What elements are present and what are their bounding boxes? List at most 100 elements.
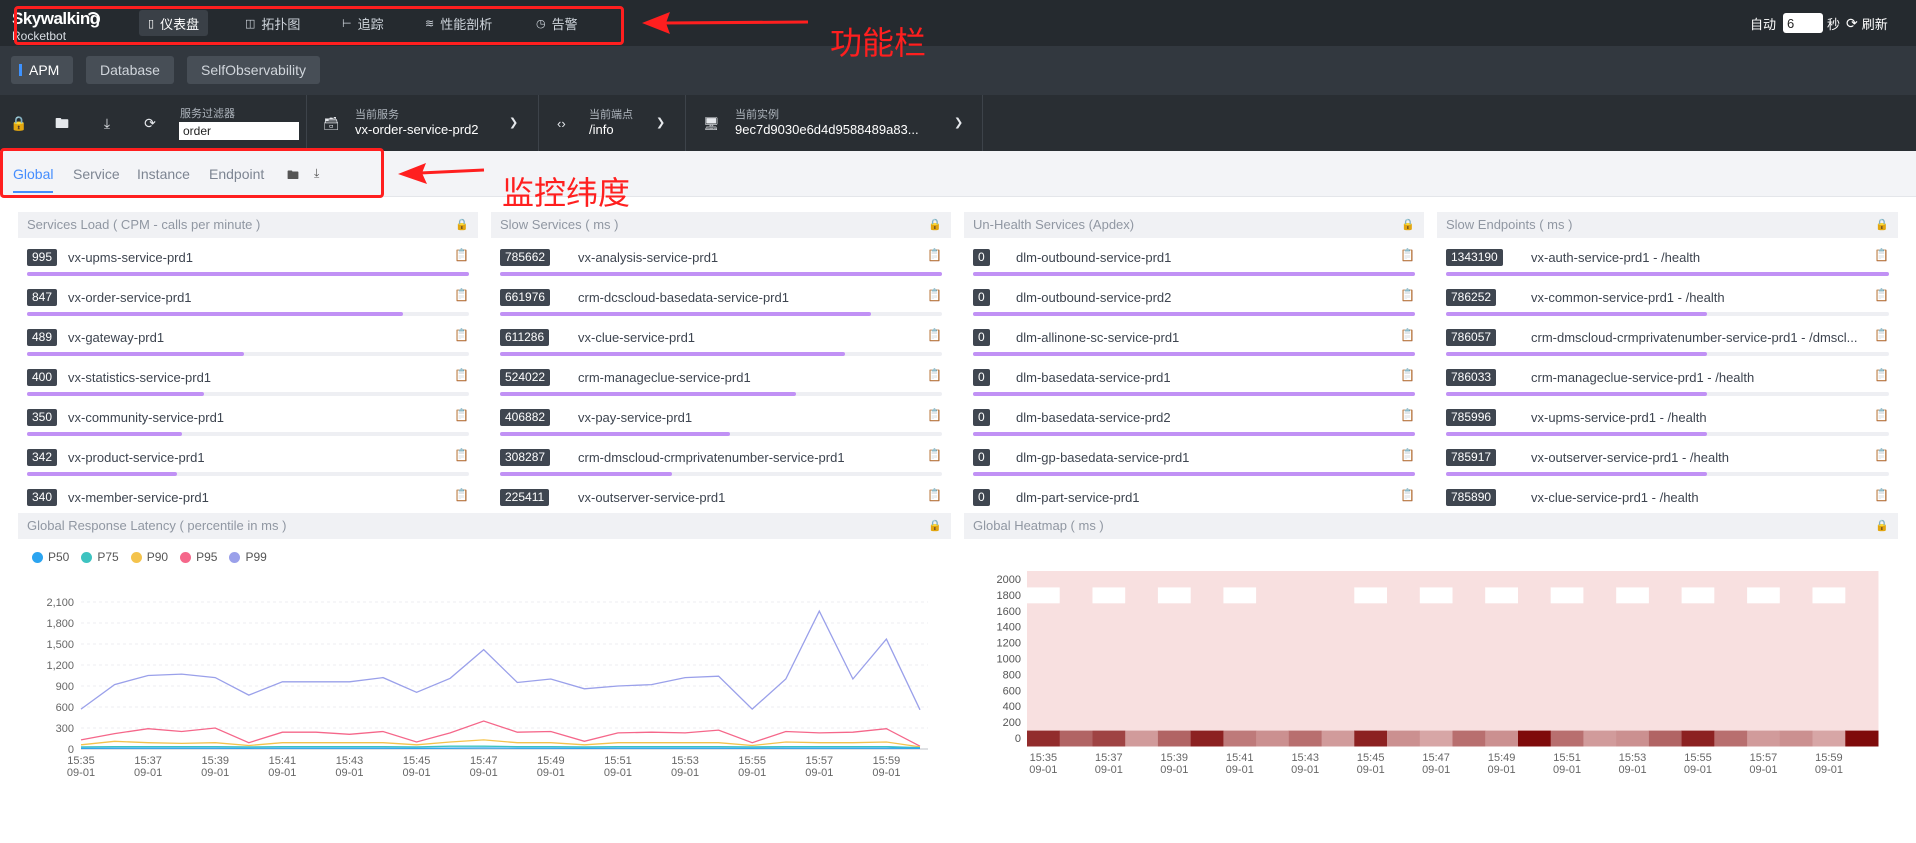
list-item[interactable]: 995 vx-upms-service-prd1 📋 — [27, 238, 469, 278]
current-instance-select[interactable]: 🖥 当前实例 9ec7d9030e6d4d9588489a83... ❯ — [685, 95, 983, 151]
clipboard-icon[interactable]: 📋 — [927, 368, 942, 382]
list-item[interactable]: 489 vx-gateway-prd1 📋 — [27, 318, 469, 358]
list-item[interactable]: 406882 vx-pay-service-prd1 📋 — [500, 398, 942, 438]
service-filter-input[interactable] — [179, 122, 299, 140]
folder-icon[interactable]: 🖿 — [53, 114, 71, 132]
tab-database[interactable]: Database — [86, 56, 174, 84]
clipboard-icon[interactable]: 📋 — [454, 288, 469, 302]
list-item[interactable]: 0 dlm-basedata-service-prd2 📋 — [973, 398, 1415, 438]
current-service-select[interactable]: 🗃 当前服务 vx-order-service-prd2 ❯ — [306, 95, 538, 151]
clipboard-icon[interactable]: 📋 — [927, 288, 942, 302]
heatmap-cell — [1583, 571, 1617, 588]
lock-icon[interactable]: 🔒 — [10, 114, 28, 132]
list-item[interactable]: 340 vx-member-service-prd1 📋 — [27, 478, 469, 510]
list-item[interactable]: 785662 vx-analysis-service-prd1 📋 — [500, 238, 942, 278]
download-icon[interactable]: ⤓ — [98, 114, 116, 132]
list-item[interactable]: 0 dlm-part-service-prd1 📋 — [973, 478, 1415, 510]
heatmap-cell — [1157, 698, 1192, 715]
panel-title-text: Un-Health Services (Apdex) — [973, 217, 1135, 232]
clipboard-icon[interactable]: 📋 — [1400, 408, 1415, 422]
clipboard-icon[interactable]: 📋 — [927, 488, 942, 502]
list-item[interactable]: 0 dlm-outbound-service-prd1 📋 — [973, 238, 1415, 278]
heatmap-cell — [1648, 730, 1683, 747]
heatmap-cell — [1059, 714, 1093, 731]
clipboard-icon[interactable]: 📋 — [1400, 288, 1415, 302]
clipboard-icon[interactable]: 📋 — [454, 248, 469, 262]
clipboard-icon[interactable]: 📋 — [1874, 288, 1889, 302]
progress-track — [27, 472, 469, 476]
clipboard-icon[interactable]: 📋 — [1874, 368, 1889, 382]
clipboard-icon[interactable]: 📋 — [1400, 328, 1415, 342]
list-item[interactable]: 524022 crm-manageclue-service-prd1 📋 — [500, 358, 942, 398]
dimension-annotation-box — [0, 148, 384, 198]
lock-icon[interactable]: 🔒 — [1875, 212, 1889, 238]
current-endpoint-select[interactable]: ‹› 当前端点 /info ❯ — [538, 95, 685, 151]
list-item[interactable]: 785890 vx-clue-service-prd1 - /health 📋 — [1446, 478, 1889, 510]
list-item[interactable]: 0 dlm-gp-basedata-service-prd1 📋 — [973, 438, 1415, 478]
refresh-icon[interactable]: ⟳ — [1846, 15, 1858, 32]
auto-label: 自动 — [1750, 16, 1777, 32]
clipboard-icon[interactable]: 📋 — [927, 248, 942, 262]
x-tick-label: 15:51 — [1553, 752, 1581, 764]
clipboard-icon[interactable]: 📋 — [1874, 448, 1889, 462]
clipboard-icon[interactable]: 📋 — [454, 448, 469, 462]
heatmap-cell — [1223, 602, 1257, 620]
list-item[interactable]: 1343190 vx-auth-service-prd1 - /health 📋 — [1446, 238, 1889, 278]
value-badge: 611286 — [500, 329, 550, 346]
clipboard-icon[interactable]: 📋 — [1874, 248, 1889, 262]
list-item[interactable]: 611286 vx-clue-service-prd1 📋 — [500, 318, 942, 358]
clipboard-icon[interactable]: 📋 — [927, 328, 942, 342]
list-item[interactable]: 308287 crm-dmscloud-crmprivatenumber-serv… — [500, 438, 942, 478]
list-item[interactable]: 0 dlm-allinone-sc-service-prd1 📋 — [973, 318, 1415, 358]
refresh-button[interactable]: 刷新 — [1862, 14, 1888, 33]
clipboard-icon[interactable]: 📋 — [454, 368, 469, 382]
list-item[interactable]: 342 vx-product-service-prd1 📋 — [27, 438, 469, 478]
lock-icon[interactable]: 🔒 — [928, 212, 942, 238]
heatmap-cell — [1419, 730, 1453, 747]
clipboard-icon[interactable]: 📋 — [927, 448, 942, 462]
list-item[interactable]: 400 vx-statistics-service-prd1 📋 — [27, 358, 469, 398]
heatmap-cell — [1583, 714, 1617, 731]
heatmap-cell — [1190, 634, 1224, 651]
x-tick-date: 09-01 — [872, 767, 900, 779]
clipboard-icon[interactable]: 📋 — [1874, 488, 1889, 502]
tab-selfobservability[interactable]: SelfObservability — [187, 56, 321, 84]
x-tick-date: 09-01 — [134, 767, 162, 779]
list-item[interactable]: 785996 vx-upms-service-prd1 - /health 📋 — [1446, 398, 1889, 438]
list-item[interactable]: 0 dlm-basedata-service-prd1 📋 — [973, 358, 1415, 398]
y-tick-label: 1,200 — [46, 660, 74, 672]
list-item[interactable]: 785917 vx-outserver-service-prd1 - /healt… — [1446, 438, 1889, 478]
list-item[interactable]: 661976 crm-dcscloud-basedata-service-prd1… — [500, 278, 942, 318]
clipboard-icon[interactable]: 📋 — [454, 328, 469, 342]
list-item[interactable]: 0 dlm-outbound-service-prd2 📋 — [973, 278, 1415, 318]
value-badge: 308287 — [500, 449, 551, 466]
list-item[interactable]: 847 vx-order-service-prd1 📋 — [27, 278, 469, 318]
list-item[interactable]: 350 vx-community-service-prd1 📋 — [27, 398, 469, 438]
heatmap-cell — [1845, 698, 1879, 715]
heatmap-cell — [1223, 634, 1257, 651]
progress-fill — [973, 472, 1415, 476]
list-item[interactable]: 786033 crm-manageclue-service-prd1 - /hea… — [1446, 358, 1889, 398]
clipboard-icon[interactable]: 📋 — [1400, 488, 1415, 502]
tab-apm[interactable]: APM — [11, 56, 74, 84]
clipboard-icon[interactable]: 📋 — [1874, 328, 1889, 342]
clipboard-icon[interactable]: 📋 — [1400, 368, 1415, 382]
item-name: dlm-part-service-prd1 — [1016, 490, 1140, 505]
clipboard-icon[interactable]: 📋 — [1874, 408, 1889, 422]
lock-icon[interactable]: 🔒 — [455, 212, 469, 238]
list-item[interactable]: 786057 crm-dmscloud-crmprivatenumber-serv… — [1446, 318, 1889, 358]
list-item[interactable]: 225411 vx-outserver-service-prd1 📋 — [500, 478, 942, 510]
seconds-label: 秒 — [1827, 16, 1841, 32]
list-item[interactable]: 786252 vx-common-service-prd1 - /health 📋 — [1446, 278, 1889, 318]
heatmap-cell — [1419, 602, 1453, 620]
heatmap-cell — [1288, 714, 1322, 731]
clipboard-icon[interactable]: 📋 — [1400, 448, 1415, 462]
clipboard-icon[interactable]: 📋 — [454, 408, 469, 422]
lock-icon[interactable]: 🔒 — [1401, 212, 1415, 238]
clipboard-icon[interactable]: 📋 — [1400, 248, 1415, 262]
reload-icon[interactable]: ⟳ — [141, 114, 159, 132]
refresh-interval-input[interactable] — [1783, 13, 1824, 33]
heatmap-cell — [1321, 730, 1355, 747]
clipboard-icon[interactable]: 📋 — [454, 488, 469, 502]
clipboard-icon[interactable]: 📋 — [927, 408, 942, 422]
